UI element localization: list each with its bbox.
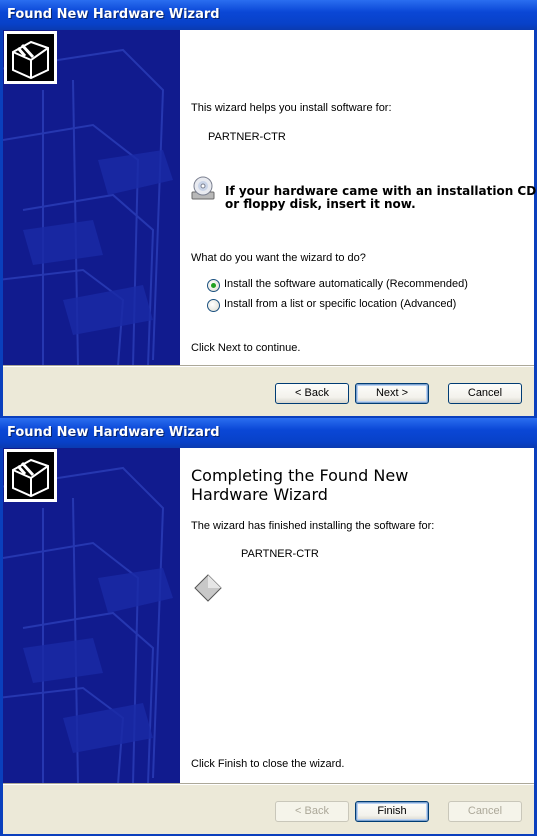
radio-button-unselected[interactable]	[207, 299, 220, 312]
completion-heading-line2: Hardware Wizard	[191, 485, 328, 504]
completion-heading-line1: Completing the Found New	[191, 466, 409, 485]
finish-button[interactable]: Finish	[355, 801, 429, 822]
cancel-button[interactable]: Cancel	[448, 383, 522, 404]
device-name: PARTNER-CTR	[241, 548, 319, 560]
intro-text: This wizard helps you install software f…	[191, 102, 392, 114]
close-text: Click Finish to close the wizard.	[191, 758, 345, 770]
wizard-sidebar-graphic	[3, 30, 180, 366]
continue-text: Click Next to continue.	[191, 342, 301, 354]
wizard-content: Completing the Found New Hardware Wizard…	[180, 448, 534, 784]
hardware-box-icon	[4, 31, 57, 84]
option-label: Install the software automatically (Reco…	[224, 278, 468, 290]
device-name: PARTNER-CTR	[208, 131, 286, 143]
title-bar[interactable]: Found New Hardware Wizard	[0, 418, 537, 448]
cd-drive-icon	[191, 176, 215, 200]
finished-text: The wizard has finished installing the s…	[191, 520, 435, 532]
window-title: Found New Hardware Wizard	[7, 425, 220, 440]
radio-button-selected[interactable]	[207, 279, 220, 292]
button-bar: < Back Finish Cancel	[3, 784, 534, 834]
wizard-window-install: Found New Hardware Wizard This wizard he…	[0, 0, 537, 418]
wizard-sidebar-graphic	[3, 448, 180, 784]
question-text: What do you want the wizard to do?	[191, 252, 366, 264]
back-button[interactable]: < Back	[275, 801, 349, 822]
cancel-button[interactable]: Cancel	[448, 801, 522, 822]
hardware-box-icon	[4, 449, 57, 502]
next-button[interactable]: Next >	[355, 383, 429, 404]
wizard-content: This wizard helps you install software f…	[180, 30, 537, 366]
button-bar: < Back Next > Cancel	[3, 366, 534, 416]
device-diamond-icon	[194, 574, 222, 602]
cd-instruction-line1: If your hardware came with an installati…	[225, 184, 537, 198]
wizard-window-complete: Found New Hardware Wizard Completing the…	[0, 418, 537, 836]
cd-instruction-line2: or floppy disk, insert it now.	[225, 197, 416, 211]
title-bar[interactable]: Found New Hardware Wizard	[0, 0, 537, 30]
option-label: Install from a list or specific location…	[224, 298, 457, 310]
back-button[interactable]: < Back	[275, 383, 349, 404]
window-title: Found New Hardware Wizard	[7, 7, 220, 22]
